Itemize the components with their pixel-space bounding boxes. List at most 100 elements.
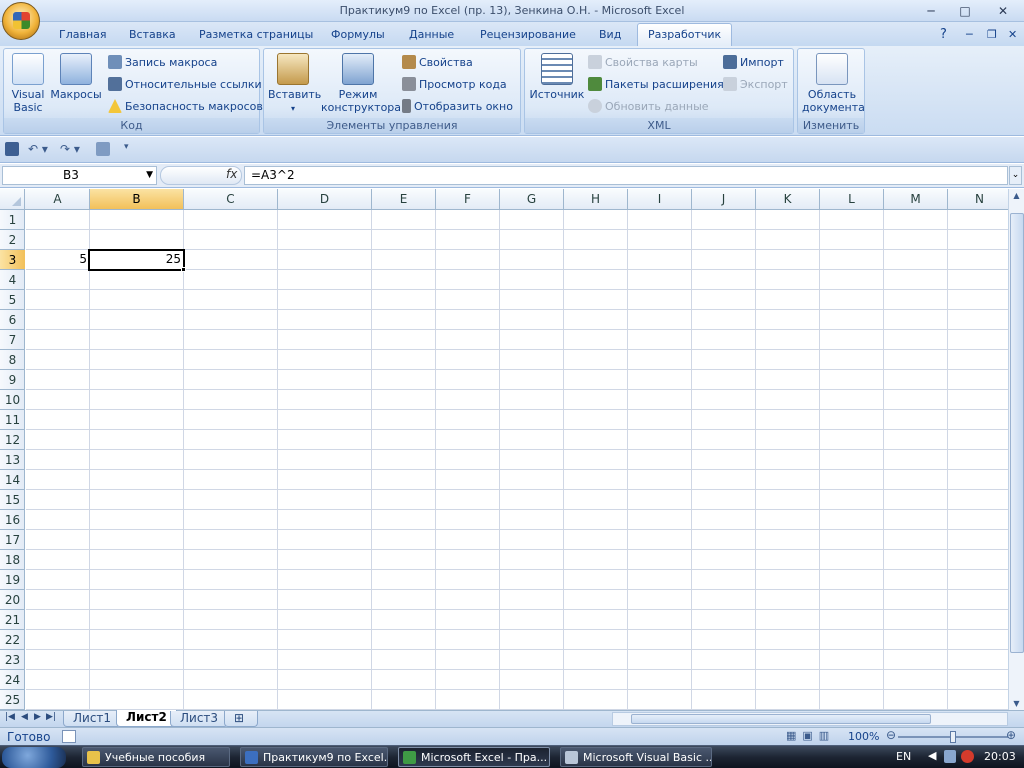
row-header-18[interactable]: 18 <box>0 550 25 570</box>
row-header-8[interactable]: 8 <box>0 350 25 370</box>
column-header-m[interactable]: M <box>884 189 948 209</box>
horizontal-scrollbar[interactable] <box>612 712 1008 726</box>
cell-a3[interactable]: 5 <box>26 250 89 270</box>
undo-icon[interactable]: ↶ ▾ <box>28 142 48 158</box>
customize-qat-icon[interactable]: ▾ <box>124 142 129 158</box>
xml-source-button[interactable]: Источник <box>529 53 585 101</box>
row-header-19[interactable]: 19 <box>0 570 25 590</box>
first-sheet-icon[interactable]: |◀ <box>5 712 15 722</box>
column-header-h[interactable]: H <box>564 189 628 209</box>
document-panel-button[interactable]: Область документа <box>800 53 865 114</box>
map-properties-button[interactable]: Свойства карты <box>588 54 698 72</box>
row-header-9[interactable]: 9 <box>0 370 25 390</box>
properties-button[interactable]: Свойства <box>402 54 473 72</box>
zoom-slider-knob[interactable] <box>950 731 956 743</box>
fill-handle[interactable] <box>181 267 186 272</box>
view-code-button[interactable]: Просмотр кода <box>402 76 507 94</box>
zoom-out-icon[interactable]: ⊖ <box>886 728 896 742</box>
ribbon-minimize-icon[interactable]: ─ <box>966 24 973 46</box>
macro-security-button[interactable]: Безопасность макросов <box>108 98 263 116</box>
import-button[interactable]: Импорт <box>723 54 784 72</box>
save-icon[interactable] <box>5 142 19 156</box>
last-sheet-icon[interactable]: ▶| <box>46 712 56 722</box>
next-sheet-icon[interactable]: ▶ <box>34 712 41 722</box>
tab-review[interactable]: Рецензирование <box>480 24 576 46</box>
column-header-j[interactable]: J <box>692 189 756 209</box>
column-header-g[interactable]: G <box>500 189 564 209</box>
language-indicator[interactable]: EN <box>896 750 911 763</box>
select-all-button[interactable] <box>0 189 25 209</box>
row-header-21[interactable]: 21 <box>0 610 25 630</box>
ribbon-restore-icon[interactable]: ❐ <box>987 24 997 46</box>
column-header-b[interactable]: B <box>90 189 184 209</box>
tab-insert[interactable]: Вставка <box>129 24 176 46</box>
column-header-e[interactable]: E <box>372 189 436 209</box>
task-word-doc[interactable]: Практикум9 по Excel... <box>240 747 388 767</box>
column-header-f[interactable]: F <box>436 189 500 209</box>
sheet-tab-2[interactable]: Лист2 <box>116 710 177 727</box>
tab-home[interactable]: Главная <box>59 24 107 46</box>
zoom-in-icon[interactable]: ⊕ <box>1006 728 1016 742</box>
sheet-tab-3[interactable]: Лист3 <box>170 711 229 727</box>
row-header-7[interactable]: 7 <box>0 330 25 350</box>
row-header-16[interactable]: 16 <box>0 510 25 530</box>
row-header-11[interactable]: 11 <box>0 410 25 430</box>
zoom-level[interactable]: 100% <box>848 730 879 743</box>
row-header-15[interactable]: 15 <box>0 490 25 510</box>
name-box[interactable]: B3 ▼ <box>2 166 157 185</box>
security-alert-icon[interactable] <box>961 750 974 763</box>
column-header-i[interactable]: I <box>628 189 692 209</box>
help-icon[interactable]: ? <box>940 24 947 46</box>
task-excel[interactable]: Microsoft Excel - Пра... <box>398 747 550 767</box>
design-mode-button[interactable]: Режим конструктора <box>320 53 401 114</box>
tab-view[interactable]: Вид <box>599 24 621 46</box>
row-header-1[interactable]: 1 <box>0 210 25 230</box>
row-header-10[interactable]: 10 <box>0 390 25 410</box>
horizontal-scroll-thumb[interactable] <box>631 714 931 724</box>
insert-sheet-icon[interactable]: ⊞ <box>224 711 258 727</box>
row-header-6[interactable]: 6 <box>0 310 25 330</box>
minimize-button[interactable]: ─ <box>921 2 941 20</box>
row-header-23[interactable]: 23 <box>0 650 25 670</box>
macro-record-icon[interactable] <box>62 730 76 743</box>
row-header-3[interactable]: 3 <box>0 250 25 270</box>
export-button[interactable]: Экспорт <box>723 76 788 94</box>
sheet-tab-1[interactable]: Лист1 <box>63 711 122 727</box>
close-button[interactable]: ✕ <box>993 2 1013 20</box>
redo-icon[interactable]: ↷ ▾ <box>60 142 80 158</box>
column-header-l[interactable]: L <box>820 189 884 209</box>
network-icon[interactable] <box>944 750 956 763</box>
vertical-scroll-thumb[interactable] <box>1010 213 1024 653</box>
row-header-12[interactable]: 12 <box>0 430 25 450</box>
row-header-5[interactable]: 5 <box>0 290 25 310</box>
relative-refs-button[interactable]: Относительные ссылки <box>108 76 262 94</box>
scroll-down-icon[interactable]: ▼ <box>1009 699 1024 708</box>
office-button[interactable] <box>2 2 40 40</box>
row-header-17[interactable]: 17 <box>0 530 25 550</box>
chevron-down-icon[interactable]: ▼ <box>146 167 153 184</box>
form-icon[interactable] <box>96 142 110 156</box>
refresh-data-button[interactable]: Обновить данные <box>588 98 709 116</box>
row-header-2[interactable]: 2 <box>0 230 25 250</box>
scroll-up-icon[interactable]: ▲ <box>1009 191 1024 200</box>
visual-basic-button[interactable]: Visual Basic <box>8 53 48 114</box>
row-header-14[interactable]: 14 <box>0 470 25 490</box>
expand-formula-icon[interactable]: ⌄ <box>1009 166 1022 185</box>
view-buttons[interactable]: ▦▣▥ <box>786 729 844 744</box>
task-vba[interactable]: Microsoft Visual Basic ... <box>560 747 712 767</box>
vertical-scrollbar[interactable]: ▲ ▼ <box>1008 189 1024 710</box>
formula-input[interactable]: =A3^2 <box>244 166 1008 185</box>
row-header-20[interactable]: 20 <box>0 590 25 610</box>
insert-control-button[interactable]: Вставить ▾ <box>268 53 321 115</box>
tab-data[interactable]: Данные <box>409 24 454 46</box>
task-uchebnye[interactable]: Учебные пособия <box>82 747 230 767</box>
tab-formulas[interactable]: Формулы <box>331 24 385 46</box>
maximize-button[interactable]: □ <box>955 2 975 20</box>
column-header-a[interactable]: A <box>26 189 90 209</box>
row-header-13[interactable]: 13 <box>0 450 25 470</box>
column-header-k[interactable]: K <box>756 189 820 209</box>
cell-grid[interactable]: 5 25 <box>26 210 1012 710</box>
ribbon-close-icon[interactable]: ✕ <box>1008 24 1017 46</box>
record-macro-button[interactable]: Запись макроса <box>108 54 217 72</box>
row-header-25[interactable]: 25 <box>0 690 25 710</box>
